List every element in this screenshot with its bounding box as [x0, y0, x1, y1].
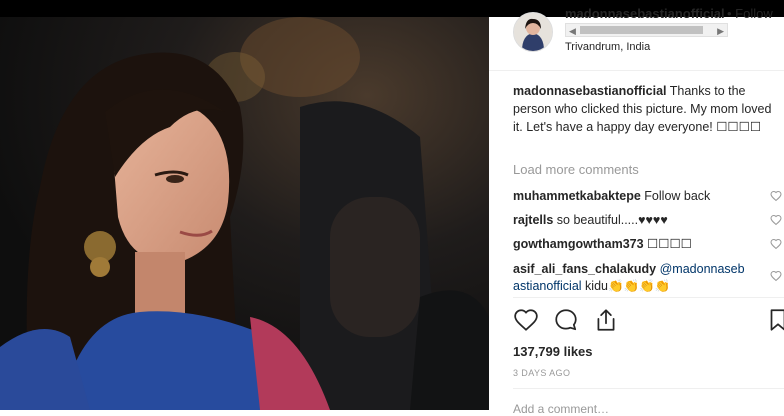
- comment-like-heart-icon[interactable]: [770, 214, 782, 226]
- divider: [513, 297, 784, 298]
- comment-username[interactable]: rajtells: [513, 213, 553, 227]
- divider: [513, 388, 784, 389]
- comment-like-heart-icon[interactable]: [770, 270, 782, 282]
- post-location[interactable]: Trivandrum, India: [565, 41, 650, 53]
- comment-like-heart-icon[interactable]: [770, 190, 782, 202]
- comment-text: kidu👏👏👏👏: [581, 279, 671, 293]
- comment-text: so beautiful.....♥♥♥♥: [553, 213, 668, 227]
- caption-username[interactable]: madonnasebastianofficial: [513, 84, 667, 98]
- comment-text: Follow back: [640, 189, 711, 203]
- bookmark-icon[interactable]: [765, 307, 784, 333]
- share-icon[interactable]: [593, 307, 619, 333]
- scroll-right-icon[interactable]: ▶: [717, 24, 724, 38]
- comment-username[interactable]: gowthamgowtham373: [513, 237, 644, 251]
- comment-username[interactable]: muhammetkabaktepe: [513, 189, 641, 203]
- post-username[interactable]: madonnasebastianofficial: [565, 6, 725, 21]
- comment-mention-link[interactable]: astianofficial: [513, 279, 582, 293]
- post-side-panel: madonnasebastianofficial • Follow ◀ ▶ Tr…: [489, 6, 784, 416]
- comment-item: muhammetkabaktepe Follow back: [513, 188, 763, 205]
- post-header: madonnasebastianofficial • Follow ◀ ▶ Tr…: [489, 6, 784, 71]
- comment-text: ☐☐☐☐: [643, 237, 692, 251]
- likes-count[interactable]: 137,799 likes: [513, 344, 593, 359]
- comment-item-continued: astianofficial kidu👏👏👏👏: [513, 278, 763, 295]
- post-photo[interactable]: [0, 17, 489, 410]
- follow-button[interactable]: • Follow: [727, 6, 773, 21]
- post-caption: madonnasebastianofficial Thanks to the p…: [513, 82, 778, 136]
- comment-username[interactable]: asif_ali_fans_chalakudy: [513, 262, 656, 276]
- comment-item: asif_ali_fans_chalakudy @madonnaseb: [513, 261, 763, 278]
- avatar[interactable]: [513, 12, 553, 52]
- scrollbar-thumb[interactable]: [580, 26, 703, 34]
- portrait-image: [0, 17, 489, 410]
- post-date[interactable]: 3 DAYS AGO: [513, 368, 570, 378]
- heart-icon[interactable]: [513, 307, 539, 333]
- add-comment-input[interactable]: Add a comment…: [513, 402, 609, 416]
- horizontal-scrollbar[interactable]: ◀ ▶: [565, 23, 728, 37]
- comment-mention-link[interactable]: @madonnaseb: [656, 262, 745, 276]
- load-more-comments-link[interactable]: Load more comments: [513, 162, 639, 177]
- comment-item: gowthamgowtham373 ☐☐☐☐: [513, 236, 763, 253]
- scroll-left-icon[interactable]: ◀: [569, 24, 576, 38]
- comment-icon[interactable]: [553, 307, 579, 333]
- comment-item: rajtells so beautiful.....♥♥♥♥: [513, 212, 763, 229]
- comment-like-heart-icon[interactable]: [770, 238, 782, 250]
